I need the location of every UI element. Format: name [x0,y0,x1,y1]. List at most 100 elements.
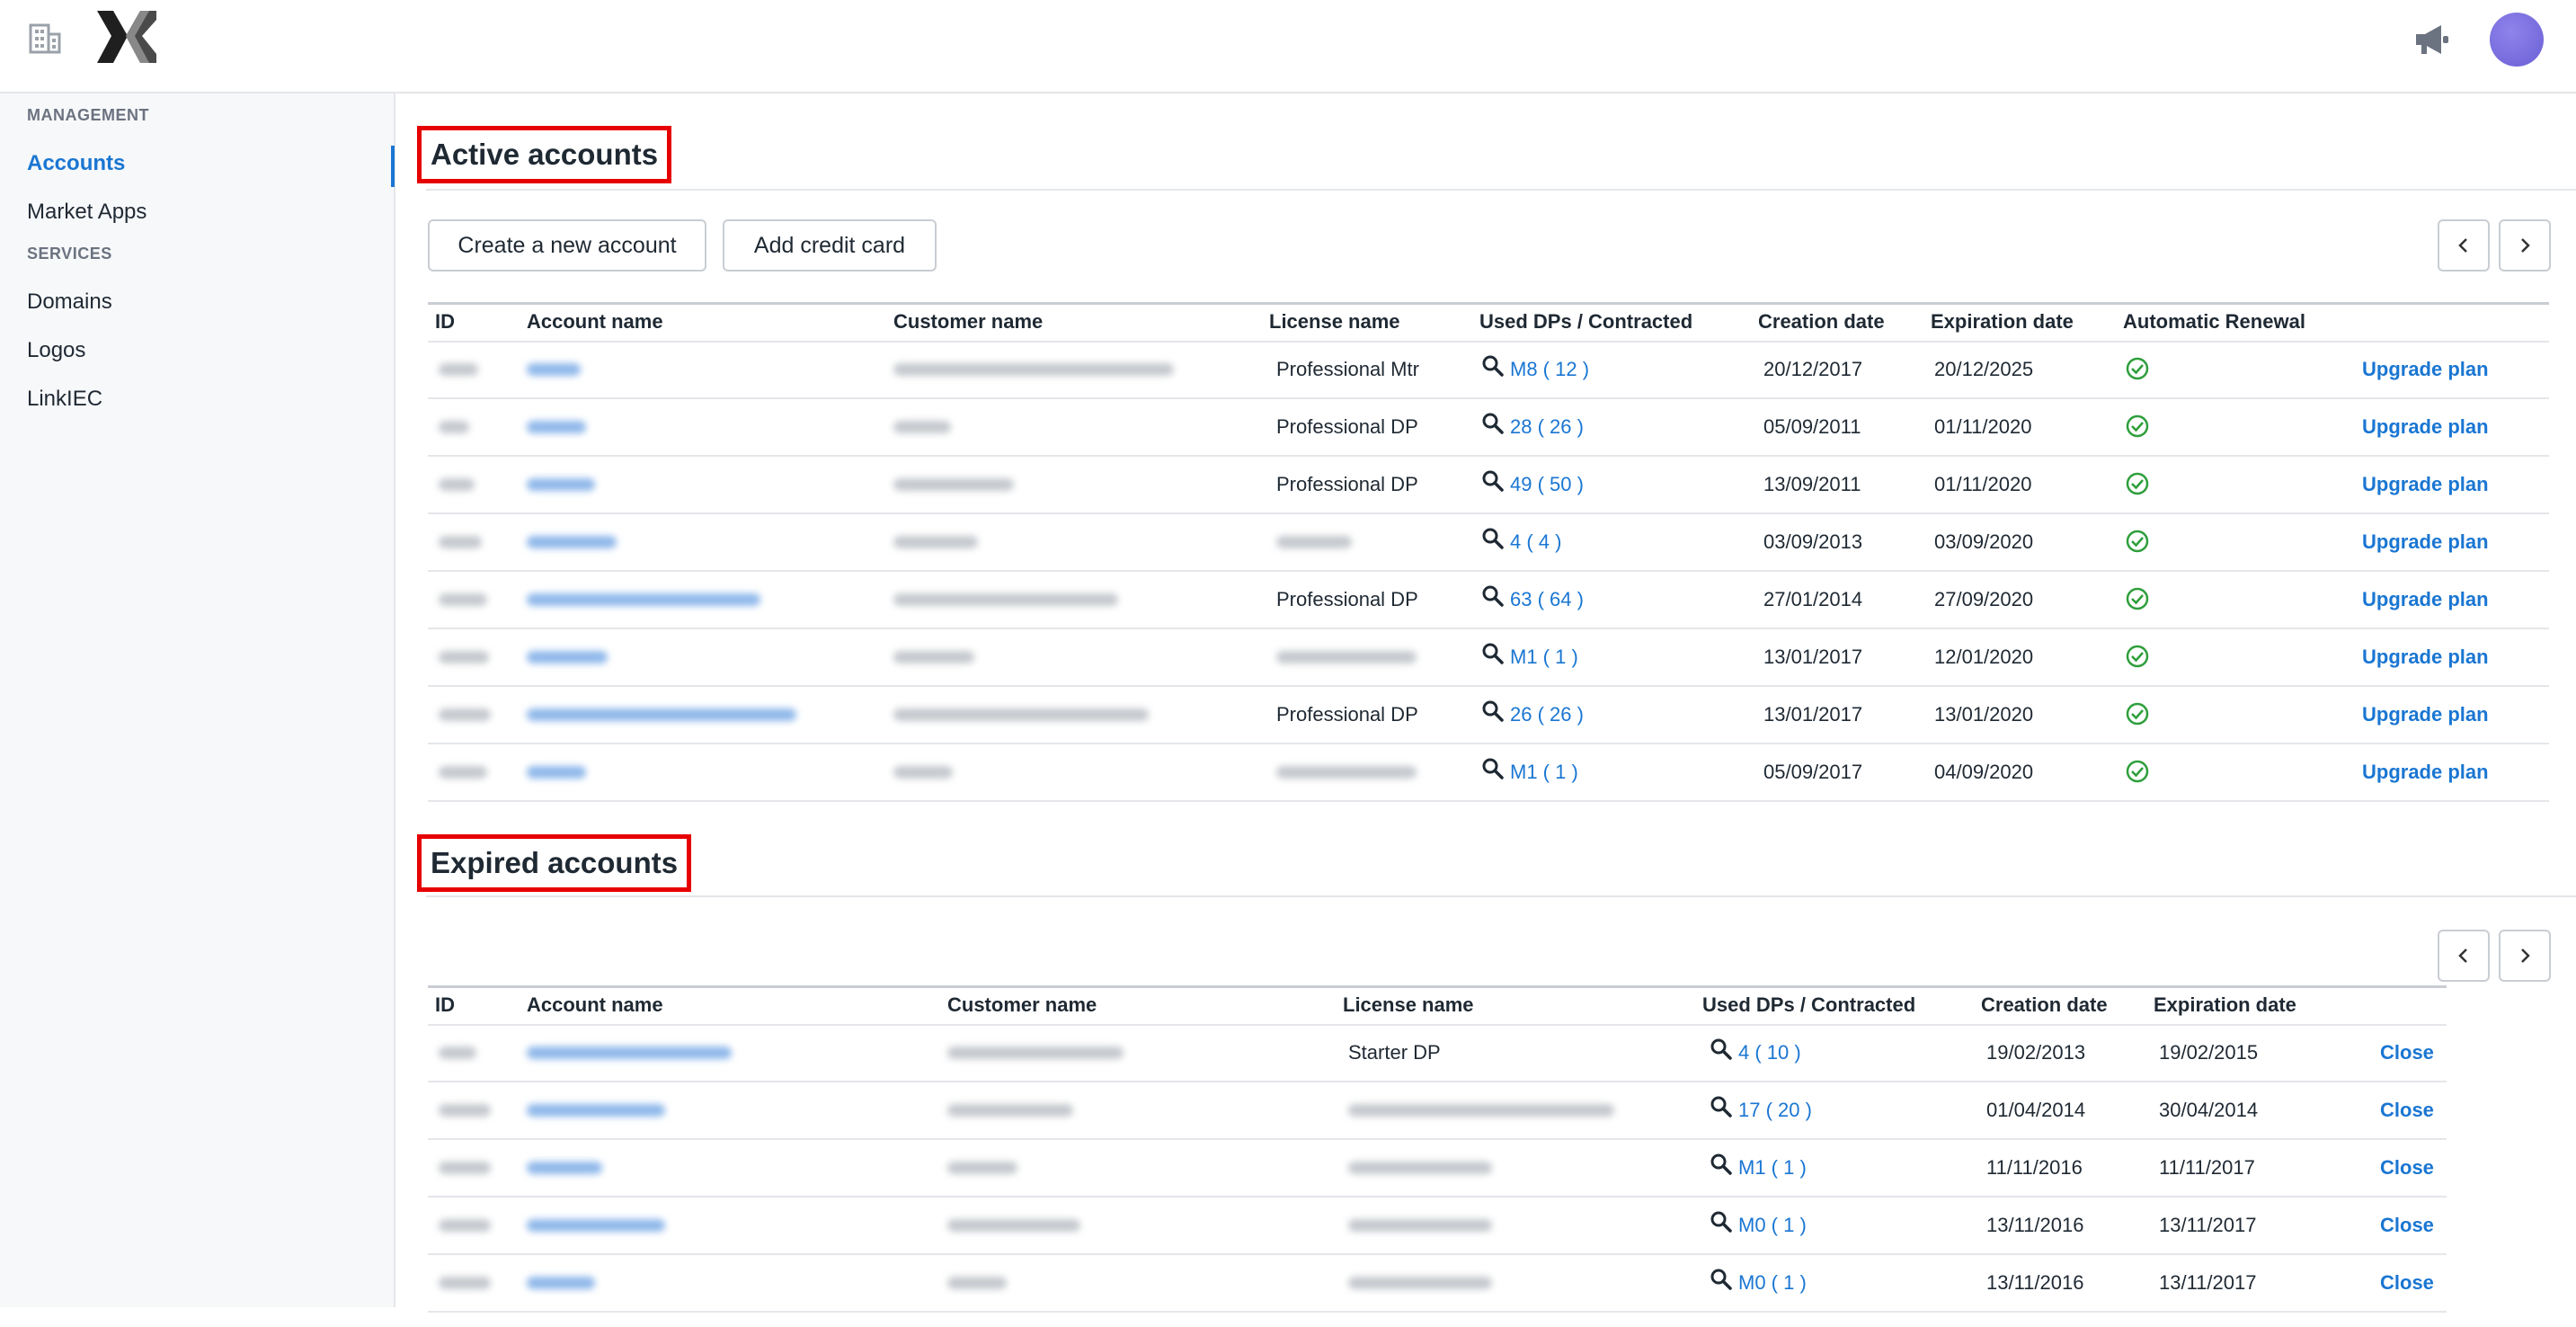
create-account-button[interactable]: Create a new account [428,219,706,272]
sidebar-item-linkiec[interactable]: LinkIEC [27,387,102,412]
account-name-link[interactable] [527,651,608,664]
search-icon[interactable] [1710,1153,1733,1176]
active-next-page-button[interactable] [2499,219,2551,272]
search-icon[interactable] [1481,699,1505,723]
redacted-customer-name [893,593,1118,606]
col-license-name: License name [1269,310,1400,333]
creation-date: 20/12/2017 [1763,358,1863,380]
redacted-customer-name [893,421,951,433]
used-dps-link[interactable]: M0 ( 1 ) [1738,1214,1807,1237]
col-used-dps: Used DPs / Contracted [1479,310,1693,333]
expired-prev-page-button[interactable] [2438,930,2490,982]
sidebar-item-domains[interactable]: Domains [27,289,112,315]
account-name-link[interactable] [527,766,586,779]
redacted-id [439,536,482,548]
redacted-license-name [1348,1104,1614,1117]
close-link[interactable]: Close [2380,1041,2434,1064]
table-row: Professional DP 28 ( 26 ) 05/09/2011 01/11/… [428,397,2549,457]
redacted-id [439,1219,491,1232]
creation-date: 13/01/2017 [1763,703,1863,726]
used-dps-link[interactable]: 28 ( 26 ) [1510,415,1584,439]
active-accounts-table: ID Account name Customer name License na… [428,302,2549,806]
expiration-date: 13/01/2020 [1934,703,2034,726]
used-dps-link[interactable]: M0 ( 1 ) [1738,1271,1807,1295]
redacted-license-name [1276,766,1417,779]
account-name-link[interactable] [527,421,586,433]
account-name-link[interactable] [527,1219,665,1232]
search-icon[interactable] [1710,1095,1733,1118]
used-dps-link[interactable]: M1 ( 1 ) [1510,761,1578,784]
redacted-id [439,1162,491,1174]
redacted-customer-name [893,766,953,779]
close-link[interactable]: Close [2380,1214,2434,1237]
search-icon[interactable] [1481,412,1505,435]
search-icon[interactable] [1481,527,1505,550]
upgrade-plan-link[interactable]: Upgrade plan [2362,646,2489,669]
account-name-link[interactable] [527,363,581,376]
search-icon[interactable] [1481,642,1505,665]
account-name-link[interactable] [527,1046,732,1059]
account-name-link[interactable] [527,1104,665,1117]
used-dps-link[interactable]: 26 ( 26 ) [1510,703,1584,726]
redacted-id [439,766,487,779]
search-icon[interactable] [1481,469,1505,493]
upgrade-plan-link[interactable]: Upgrade plan [2362,473,2489,496]
upgrade-plan-link[interactable]: Upgrade plan [2362,358,2489,381]
used-dps-link[interactable]: M1 ( 1 ) [1738,1156,1807,1180]
col-license-name: License name [1343,993,1474,1016]
avatar[interactable] [2490,13,2544,67]
table-row: M1 ( 1 ) 05/09/2017 04/09/2020 Upgrade plan [428,743,2549,802]
search-icon[interactable] [1710,1038,1733,1061]
search-icon[interactable] [1481,584,1505,608]
used-dps-link[interactable]: M8 ( 12 ) [1510,358,1589,381]
used-dps-link[interactable]: 49 ( 50 ) [1510,473,1584,496]
account-name-link[interactable] [527,1277,595,1289]
add-credit-card-button[interactable]: Add credit card [723,219,937,272]
upgrade-plan-link[interactable]: Upgrade plan [2362,530,2489,554]
upgrade-plan-link[interactable]: Upgrade plan [2362,415,2489,439]
upgrade-plan-link[interactable]: Upgrade plan [2362,703,2489,726]
sidebar-item-logos[interactable]: Logos [27,338,85,363]
creation-date: 13/11/2016 [1986,1214,2084,1236]
sidebar-item-accounts[interactable]: Accounts [27,151,125,176]
creation-date: 13/11/2016 [1986,1271,2084,1294]
building-icon[interactable] [27,20,63,56]
divider [426,895,2576,897]
table-row: M1 ( 1 ) 11/11/2016 11/11/2017 Close [428,1138,2447,1198]
active-prev-page-button[interactable] [2438,219,2490,272]
account-name-link[interactable] [527,536,617,548]
used-dps-link[interactable]: 63 ( 64 ) [1510,588,1584,611]
sidebar-item-market-apps[interactable]: Market Apps [27,200,147,225]
used-dps-link[interactable]: 4 ( 10 ) [1738,1041,1801,1064]
close-link[interactable]: Close [2380,1271,2434,1295]
search-icon[interactable] [1481,757,1505,780]
account-name-link[interactable] [527,478,595,491]
check-circle-icon [2126,587,2149,610]
used-dps-link[interactable]: M1 ( 1 ) [1510,646,1578,669]
used-dps-link[interactable]: 4 ( 4 ) [1510,530,1561,554]
account-name-link[interactable] [527,1162,602,1174]
search-icon[interactable] [1710,1210,1733,1233]
close-link[interactable]: Close [2380,1156,2434,1180]
redacted-id [439,363,478,376]
top-bar [0,0,2576,94]
search-icon[interactable] [1710,1268,1733,1291]
account-name-link[interactable] [527,708,796,721]
col-id: ID [435,310,455,333]
chevron-left-icon [2458,948,2467,963]
logo[interactable] [95,9,158,65]
check-circle-icon [2126,702,2149,726]
expired-next-page-button[interactable] [2499,930,2551,982]
redacted-license-name [1348,1277,1492,1289]
megaphone-icon[interactable] [2412,22,2452,58]
upgrade-plan-link[interactable]: Upgrade plan [2362,761,2489,784]
search-icon[interactable] [1481,354,1505,378]
upgrade-plan-link[interactable]: Upgrade plan [2362,588,2489,611]
used-dps-link[interactable]: 17 ( 20 ) [1738,1099,1812,1122]
account-name-link[interactable] [527,593,760,606]
expiration-date: 12/01/2020 [1934,646,2034,668]
close-link[interactable]: Close [2380,1099,2434,1122]
active-accounts-title: Active accounts [417,126,672,183]
check-circle-icon [2126,472,2149,495]
redacted-id [439,1104,491,1117]
